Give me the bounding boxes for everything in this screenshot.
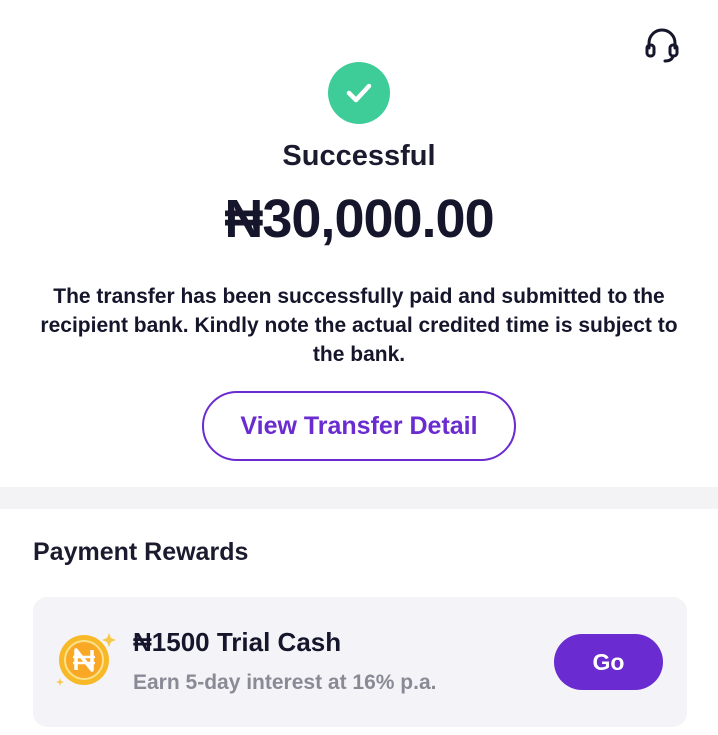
status-message: The transfer has been successfully paid … xyxy=(40,285,678,366)
view-transfer-detail-button[interactable]: View Transfer Detail xyxy=(202,391,516,461)
reward-subtitle: Earn 5-day interest at 16% p.a. xyxy=(133,671,437,694)
payment-rewards-title: Payment Rewards xyxy=(33,538,249,566)
section-divider xyxy=(0,487,718,509)
reward-title: ₦1500 Trial Cash xyxy=(133,627,342,657)
transfer-success-screen: Successful ₦30,000.00 The transfer has b… xyxy=(0,0,718,735)
headset-icon xyxy=(645,28,679,63)
transfer-amount: ₦30,000.00 xyxy=(224,189,494,249)
success-badge xyxy=(328,62,390,124)
status-title: Successful xyxy=(282,140,436,172)
naira-coin-icon xyxy=(51,623,121,693)
go-button[interactable]: Go xyxy=(554,634,663,690)
checkmark-icon xyxy=(346,83,372,103)
customer-support-button[interactable] xyxy=(640,22,684,66)
reward-card: ₦1500 Trial Cash Earn 5-day interest at … xyxy=(33,597,687,727)
